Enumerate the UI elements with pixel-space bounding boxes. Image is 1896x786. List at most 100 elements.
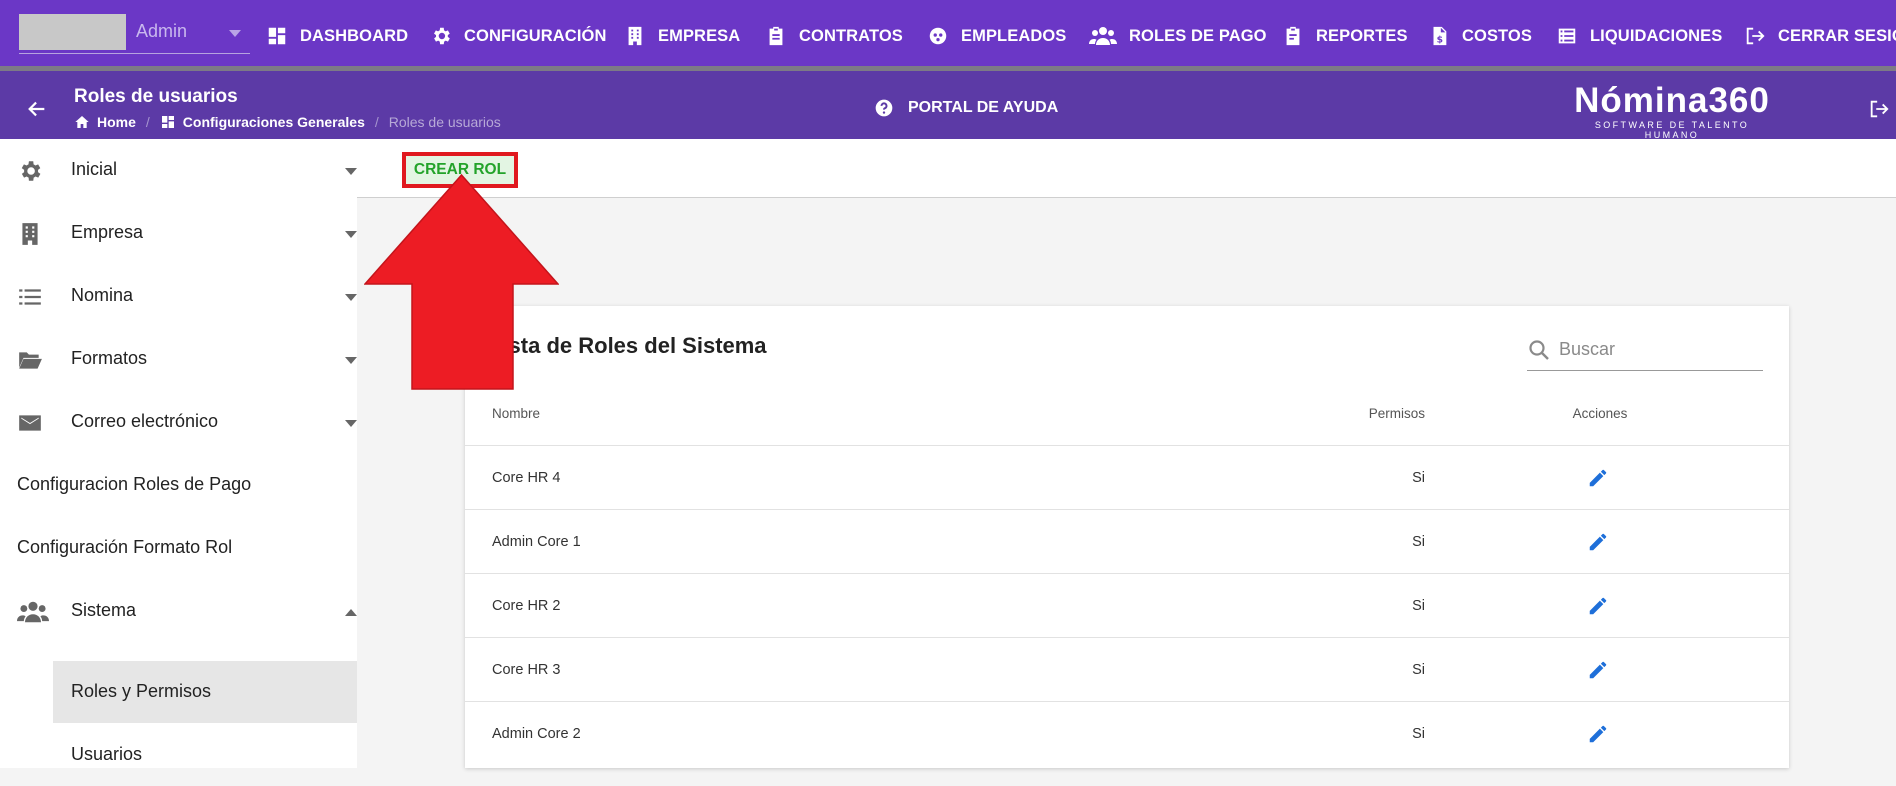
sidebar-item-nomina[interactable]: Nomina bbox=[0, 265, 357, 327]
edit-icon[interactable] bbox=[1587, 531, 1609, 553]
chevron-down-icon bbox=[229, 30, 241, 37]
cell-permisos: Si bbox=[1412, 470, 1425, 486]
building-icon bbox=[628, 26, 642, 46]
chevron-down-icon bbox=[345, 294, 357, 301]
list-icon bbox=[19, 289, 41, 305]
nav-label: REPORTES bbox=[1316, 26, 1408, 45]
nav-empresa[interactable]: EMPRESA bbox=[624, 17, 740, 55]
help-icon bbox=[875, 99, 893, 117]
content-toolbar bbox=[357, 139, 1896, 198]
help-label: PORTAL DE AYUDA bbox=[908, 99, 1059, 116]
breadcrumb-config[interactable]: Configuraciones Generales bbox=[183, 114, 365, 130]
annotation-arrow-up bbox=[364, 174, 559, 390]
nav-label: CONTRATOS bbox=[799, 26, 903, 45]
svg-text:$: $ bbox=[1437, 34, 1443, 45]
logout-icon[interactable] bbox=[1868, 98, 1890, 120]
column-header-permisos: Permisos bbox=[1368, 406, 1425, 421]
cell-permisos: Si bbox=[1412, 662, 1425, 678]
sidebar-item-label: Correo electrónico bbox=[71, 411, 219, 431]
dashboard-icon bbox=[268, 27, 286, 45]
clipboard-icon bbox=[769, 26, 783, 46]
help-portal-link[interactable]: PORTAL DE AYUDA bbox=[874, 98, 1058, 118]
sidebar-item-empresa[interactable]: Empresa bbox=[0, 202, 357, 264]
folder-icon bbox=[19, 352, 42, 369]
breadcrumb-separator: / bbox=[145, 114, 150, 130]
nav-label: EMPLEADOS bbox=[961, 26, 1067, 45]
cell-permisos: Si bbox=[1412, 534, 1425, 550]
cell-nombre: Core HR 3 bbox=[492, 662, 561, 678]
nav-label: COSTOS bbox=[1462, 26, 1532, 45]
sidebar-item-label: Configuracion Roles de Pago bbox=[17, 474, 252, 494]
back-arrow-icon[interactable] bbox=[26, 98, 48, 120]
sidebar-subitem-usuarios[interactable]: Usuarios bbox=[53, 724, 357, 786]
sidebar-item-sistema[interactable]: Sistema bbox=[0, 580, 357, 642]
avatar bbox=[19, 14, 126, 50]
cell-nombre: Core HR 2 bbox=[492, 598, 561, 614]
nav-label: EMPRESA bbox=[658, 26, 741, 45]
brand-logo: Nómina360 SOFTWARE DE TALENTO HUMANO bbox=[1572, 81, 1772, 141]
table-row: Core HR 2 Si bbox=[465, 573, 1789, 638]
user-selector[interactable]: Admin bbox=[19, 14, 250, 54]
gear-icon bbox=[434, 27, 450, 45]
nav-configuracion[interactable]: CONFIGURACIÓN bbox=[430, 17, 606, 55]
chevron-up-icon bbox=[345, 609, 357, 616]
invoice-icon: $ bbox=[1433, 26, 1447, 45]
nav-label: ROLES DE PAGO bbox=[1129, 26, 1267, 45]
sidebar-item-label: Configuración Formato Rol bbox=[17, 537, 233, 557]
nav-contratos[interactable]: CONTRATOS bbox=[765, 17, 903, 55]
sidebar-item-label: Inicial bbox=[71, 159, 118, 179]
breadcrumb: Home / Configuraciones Generales / Roles… bbox=[74, 112, 501, 132]
column-header-nombre: Nombre bbox=[492, 406, 541, 421]
nav-reportes[interactable]: REPORTES bbox=[1282, 17, 1408, 55]
breadcrumb-home[interactable]: Home bbox=[97, 114, 136, 130]
edit-icon[interactable] bbox=[1587, 723, 1609, 745]
cell-permisos: Si bbox=[1412, 598, 1425, 614]
sidebar-item-config-formato-rol[interactable]: Configuración Formato Rol bbox=[0, 517, 357, 579]
sidebar-subitem-roles-permisos[interactable]: Roles y Permisos bbox=[53, 661, 357, 723]
roles-card: Lista de Roles del Sistema Nombre Permis… bbox=[465, 306, 1789, 768]
nav-liquidaciones[interactable]: LIQUIDACIONES bbox=[1556, 17, 1722, 55]
cell-nombre: Core HR 4 bbox=[492, 470, 561, 486]
sidebar-item-correo[interactable]: Correo electrónico bbox=[0, 391, 357, 453]
table-row: Admin Core 2 Si bbox=[465, 701, 1789, 766]
sidebar-item-label: Roles y Permisos bbox=[71, 681, 212, 701]
nav-costos[interactable]: $ COSTOS bbox=[1428, 17, 1532, 55]
user-name: Admin bbox=[136, 21, 188, 41]
nav-cerrar-sesion[interactable]: CERRAR SESIÓN bbox=[1744, 17, 1896, 55]
search-input[interactable] bbox=[1557, 334, 1761, 364]
building-icon bbox=[22, 223, 38, 245]
table-row: Core HR 3 Si bbox=[465, 637, 1789, 702]
chevron-down-icon bbox=[345, 231, 357, 238]
chevron-down-icon bbox=[345, 357, 357, 364]
sidebar-item-inicial[interactable]: Inicial bbox=[0, 139, 357, 201]
dashboard-icon bbox=[161, 116, 174, 128]
mail-icon bbox=[19, 415, 41, 431]
users-icon bbox=[17, 601, 49, 623]
chevron-down-icon bbox=[345, 420, 357, 427]
nav-label: CONFIGURACIÓN bbox=[464, 26, 607, 45]
sidebar-item-label: Usuarios bbox=[71, 744, 143, 764]
nav-label: LIQUIDACIONES bbox=[1590, 26, 1723, 45]
page-title: Roles de usuarios bbox=[74, 86, 238, 107]
logo-text: Nómina360 bbox=[1574, 81, 1770, 120]
sidebar-item-config-roles-pago[interactable]: Configuracion Roles de Pago bbox=[0, 454, 357, 516]
sidebar-item-label: Nomina bbox=[71, 285, 134, 305]
nav-dashboard[interactable]: DASHBOARD bbox=[266, 17, 408, 55]
users-icon bbox=[1089, 27, 1117, 45]
breadcrumb-current: Roles de usuarios bbox=[388, 114, 501, 130]
gear-icon bbox=[21, 161, 41, 181]
nav-roles-de-pago[interactable]: ROLES DE PAGO bbox=[1089, 17, 1267, 55]
cell-permisos: Si bbox=[1412, 726, 1425, 742]
edit-icon[interactable] bbox=[1587, 659, 1609, 681]
logout-icon bbox=[1746, 27, 1765, 45]
table-row: Admin Core 1 Si bbox=[465, 509, 1789, 574]
logo-tagline: SOFTWARE DE TALENTO HUMANO bbox=[1594, 120, 1750, 140]
report-icon bbox=[1286, 26, 1300, 46]
edit-icon[interactable] bbox=[1587, 467, 1609, 489]
search-field[interactable] bbox=[1527, 328, 1763, 371]
cell-nombre: Admin Core 1 bbox=[492, 534, 581, 550]
search-icon bbox=[1529, 340, 1549, 360]
edit-icon[interactable] bbox=[1587, 595, 1609, 617]
nav-empleados[interactable]: EMPLEADOS bbox=[927, 17, 1066, 55]
sidebar-item-formatos[interactable]: Formatos bbox=[0, 328, 357, 390]
